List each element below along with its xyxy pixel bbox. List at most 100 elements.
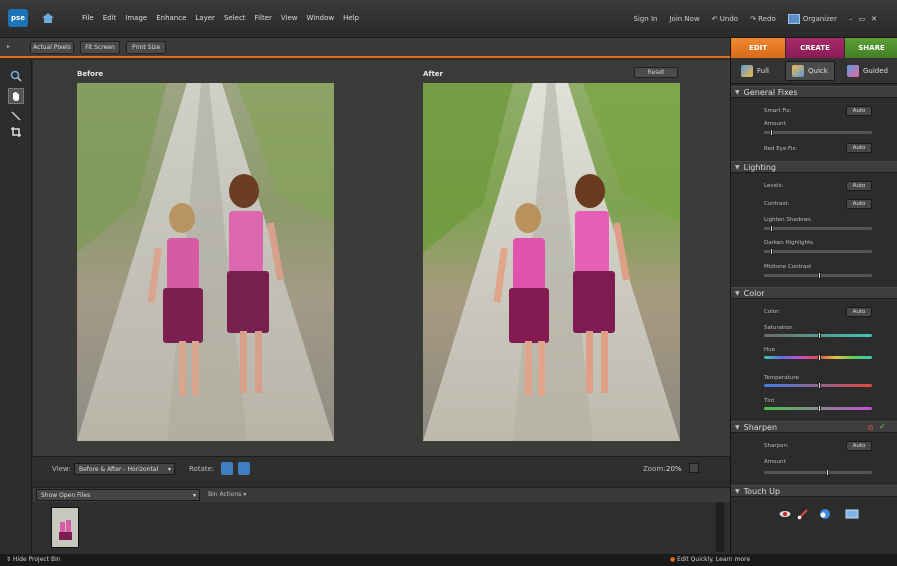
tab-edit[interactable]: EDIT <box>731 38 785 58</box>
menu-window[interactable]: Window <box>307 14 335 22</box>
subtab-guided[interactable]: Guided <box>841 61 894 81</box>
subtab-quick[interactable]: Quick <box>785 61 835 81</box>
subtab-full-label: Full <box>757 67 769 75</box>
tab-share[interactable]: SHARE <box>845 38 897 58</box>
menu-image[interactable]: Image <box>125 14 147 22</box>
show-files-select[interactable]: Show Open Files ▾ <box>36 489 200 501</box>
bin-thumbnail[interactable] <box>51 507 79 548</box>
status-bar: ⇕ Hide Project Bin ● Edit Quickly. Learn… <box>0 554 897 566</box>
saturation-slider[interactable] <box>764 332 872 339</box>
zoom-tool[interactable] <box>8 68 24 84</box>
rotate-right-button[interactable] <box>238 462 250 475</box>
sharpen-auto-button[interactable]: Auto <box>846 441 872 451</box>
zoom-dropdown-button[interactable] <box>689 463 699 473</box>
organizer-button[interactable]: Organizer <box>787 14 837 24</box>
slider-thumb[interactable] <box>818 354 821 361</box>
red-eye-tool-icon[interactable] <box>779 509 791 519</box>
slider-thumb[interactable] <box>818 405 821 412</box>
maximize-button[interactable]: ▭ <box>859 15 866 23</box>
learn-more-link[interactable]: ● Edit Quickly. Learn more <box>670 556 750 563</box>
temperature-slider[interactable] <box>764 382 872 389</box>
subtab-guided-label: Guided <box>863 67 888 75</box>
minimize-button[interactable]: – <box>849 15 853 23</box>
slider-thumb[interactable] <box>818 332 821 339</box>
smart-fix-auto-button[interactable]: Auto <box>846 106 872 116</box>
menu-view[interactable]: View <box>281 14 298 22</box>
tool-strip <box>0 60 32 554</box>
contrast-auto-button[interactable]: Auto <box>846 199 872 209</box>
bin-bar: Show Open Files ▾ Bin Actions ▾ <box>33 487 730 502</box>
tint-label: Tint <box>764 398 775 404</box>
after-photo[interactable] <box>423 83 680 441</box>
midtone-contrast-label: Midtone Contrast <box>764 264 812 270</box>
bin-scrollbar[interactable] <box>716 503 724 552</box>
right-panel: EDIT CREATE SHARE Full Quick Guided ▼ Ge… <box>730 38 897 554</box>
slider-thumb[interactable] <box>770 225 773 232</box>
before-photo[interactable] <box>77 83 334 441</box>
hand-tool[interactable] <box>8 88 24 104</box>
section-sharpen[interactable]: ▼ Sharpen ⊘ ✓ <box>731 421 897 433</box>
whitening-brush-icon[interactable] <box>797 508 809 520</box>
crop-tool[interactable] <box>8 124 24 140</box>
organizer-icon <box>787 14 800 24</box>
cancel-icon[interactable]: ⊘ <box>867 423 874 432</box>
print-size-button[interactable]: Print Size <box>126 41 166 54</box>
after-image <box>423 83 680 441</box>
fit-screen-button[interactable]: Fit Screen <box>80 41 120 54</box>
subtab-full[interactable]: Full <box>735 61 775 81</box>
section-color[interactable]: ▼ Color <box>731 287 897 299</box>
section-general-fixes[interactable]: ▼ General Fixes <box>731 86 897 98</box>
menu-help[interactable]: Help <box>343 14 359 22</box>
red-eye-auto-button[interactable]: Auto <box>846 143 872 153</box>
slider-thumb[interactable] <box>826 469 829 476</box>
tab-create[interactable]: CREATE <box>786 38 844 58</box>
color-title: Color <box>743 288 765 298</box>
commit-icon[interactable]: ✓ <box>879 422 886 431</box>
join-now-link[interactable]: Join Now <box>669 15 699 23</box>
menu-file[interactable]: File <box>82 14 94 22</box>
slider-thumb[interactable] <box>770 248 773 255</box>
collapse-icon: ▼ <box>735 163 740 171</box>
menu-edit[interactable]: Edit <box>103 14 117 22</box>
color-auto-button[interactable]: Auto <box>846 307 872 317</box>
sign-in-link[interactable]: Sign In <box>633 15 657 23</box>
menu-enhance[interactable]: Enhance <box>156 14 186 22</box>
smart-fix-amount-slider[interactable] <box>764 129 872 136</box>
actual-pixels-button[interactable]: Actual Pixels <box>30 41 74 54</box>
undo-button[interactable]: ↶ Undo <box>712 15 738 23</box>
slider-thumb[interactable] <box>818 382 821 389</box>
thumbnail-image <box>52 508 78 547</box>
menu-filter[interactable]: Filter <box>255 14 272 22</box>
bin-actions-menu[interactable]: Bin Actions ▾ <box>208 491 246 498</box>
slider-thumb[interactable] <box>770 129 773 136</box>
home-button[interactable] <box>38 9 58 27</box>
section-lighting[interactable]: ▼ Lighting <box>731 161 897 173</box>
sharpen-amount-slider[interactable] <box>764 469 872 476</box>
quick-selection-tool[interactable] <box>8 108 24 124</box>
sharpen-title: Sharpen <box>743 422 778 432</box>
redo-label: Redo <box>758 15 776 23</box>
reset-button[interactable]: Reset <box>634 67 678 78</box>
options-menu-icon[interactable]: ▸ <box>7 43 10 50</box>
levels-auto-button[interactable]: Auto <box>846 181 872 191</box>
menu-layer[interactable]: Layer <box>195 14 215 22</box>
midtone-contrast-slider[interactable] <box>764 272 872 279</box>
blue-sky-icon[interactable] <box>818 508 830 519</box>
lighten-shadows-slider[interactable] <box>764 225 872 232</box>
zoom-value[interactable]: 20% <box>666 465 682 473</box>
menu-select[interactable]: Select <box>224 14 246 22</box>
redo-button[interactable]: ↷ Redo <box>750 15 776 23</box>
slider-thumb[interactable] <box>818 272 821 279</box>
rotate-left-button[interactable] <box>221 462 233 475</box>
hide-project-bin[interactable]: ⇕ Hide Project Bin <box>6 556 61 563</box>
sharpen-label: Sharpen: <box>764 443 789 449</box>
close-button[interactable]: ✕ <box>871 15 877 23</box>
tint-slider[interactable] <box>764 405 872 412</box>
section-touch-up[interactable]: ▼ Touch Up <box>731 485 897 497</box>
darken-highlights-slider[interactable] <box>764 248 872 255</box>
black-white-icon[interactable] <box>845 509 859 519</box>
options-bar: ▸ Actual Pixels Fit Screen Print Size <box>0 38 730 58</box>
view-select[interactable]: Before & After - Horizontal ▾ <box>74 463 175 475</box>
hue-slider[interactable] <box>764 354 872 361</box>
menu-bar: pse File Edit Image Enhance Layer Select… <box>0 0 897 38</box>
